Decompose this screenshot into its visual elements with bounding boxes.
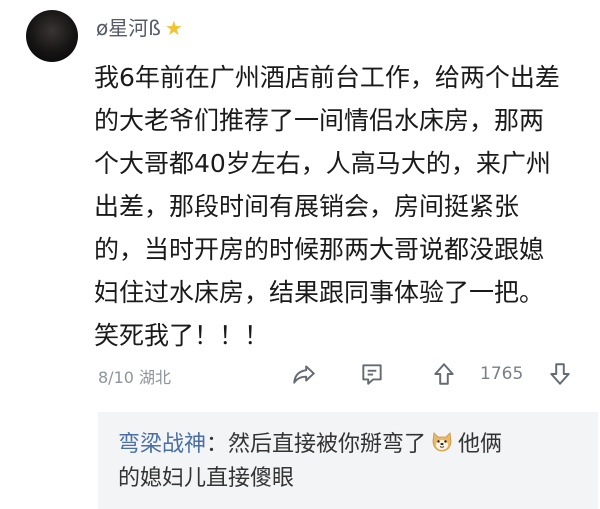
comment-body: 我6年前在广州酒店前台工作，给两个出差 的大老爷们推荐了一间情侣水床房，那两 个… xyxy=(94,56,584,357)
reply-text-line2: 的媳妇儿直接傻眼 xyxy=(118,466,295,491)
share-button[interactable] xyxy=(290,360,318,388)
reply-separator: ： xyxy=(206,432,229,457)
dislike-button[interactable] xyxy=(546,360,574,388)
reply-text: 弯梁战神：然后直接被你掰弯了 他俩 的媳妇儿直接傻眼 xyxy=(118,428,588,496)
username-text[interactable]: ø星河ß xyxy=(96,15,161,41)
reply-text-part2: 他俩 xyxy=(458,432,503,457)
comment-line: 我6年前在广州酒店前台工作，给两个出差 xyxy=(94,63,560,92)
doge-emoji-icon xyxy=(432,432,452,452)
comment-line: 笑死我了！！！ xyxy=(94,321,270,350)
reply-preview[interactable]: 弯梁战神：然后直接被你掰弯了 他俩 的媳妇儿直接傻眼 xyxy=(98,412,598,509)
comment-line: 出差，那段时间有展销会，房间挺紧张 xyxy=(94,192,520,221)
comment-line: 的大老爷们推荐了一间情侣水床房，那两 xyxy=(94,106,545,135)
user-avatar[interactable] xyxy=(26,10,78,62)
reply-button[interactable] xyxy=(358,360,386,388)
comment-line: 个大哥都40岁左右，人高马大的，来广州 xyxy=(94,149,551,178)
thumbs-up-arrow-icon xyxy=(434,363,454,385)
thumbs-down-arrow-icon xyxy=(550,363,570,385)
comment-username[interactable]: ø星河ß ★ xyxy=(96,15,183,41)
comment-line: 的，当时开房的时候那两大哥说都没跟媳 xyxy=(94,235,545,264)
star-icon: ★ xyxy=(164,16,183,40)
reply-author[interactable]: 弯梁战神 xyxy=(118,432,206,457)
share-icon xyxy=(293,365,315,384)
reply-text-part1: 然后直接被你掰弯了 xyxy=(228,432,427,457)
comment-actions: 8/10 湖北 1765 xyxy=(94,358,584,390)
comment-icon xyxy=(362,364,382,385)
like-button[interactable] xyxy=(430,360,458,388)
comment-line: 妇住过水床房，结果跟同事体验了一把。 xyxy=(94,278,545,307)
like-count: 1765 xyxy=(480,364,524,384)
comment-date-location: 8/10 湖北 xyxy=(98,368,172,387)
